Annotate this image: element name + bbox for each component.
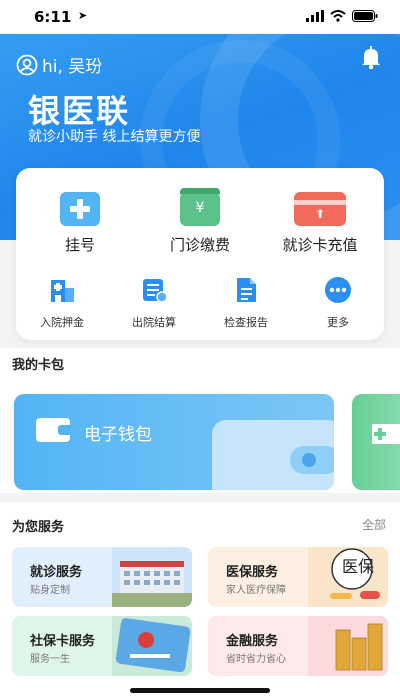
more-button[interactable]: 更多	[298, 276, 378, 330]
e-wallet-card[interactable]: 电子钱包	[14, 394, 334, 490]
yuan-payment-icon: ¥	[180, 188, 220, 226]
app-subtitle: 就诊小助手 线上结算更方便	[28, 129, 201, 145]
services-all-link[interactable]: 全部	[362, 516, 386, 533]
user-greeting[interactable]: hi, 吴玢	[16, 52, 102, 77]
service-title: 医保服务	[226, 565, 279, 580]
admission-deposit-label: 入院押金	[40, 316, 84, 329]
service-subtitle: 省时省力省心	[226, 654, 286, 665]
exam-report-button[interactable]: 检查报告	[206, 276, 286, 330]
signal-icon	[306, 10, 324, 22]
function-card: 挂号 ¥ 门诊缴费 ⬆ 就诊卡充值 入院押金 出院结算 检查报告 更多	[16, 168, 384, 340]
outpatient-payment-label: 门诊缴费	[169, 236, 230, 254]
report-document-icon	[237, 278, 256, 302]
wallet-decor-clip	[290, 446, 334, 474]
bell-icon[interactable]	[360, 46, 382, 70]
hospital-building-icon	[51, 280, 74, 302]
greeting-text: hi, 吴玢	[42, 57, 103, 77]
service-title: 金融服务	[226, 634, 279, 649]
social-security-card[interactable]: 社保卡服务 服务一生	[12, 616, 192, 676]
service-title: 就诊服务	[30, 565, 83, 580]
discharge-settlement-label: 出院结算	[132, 316, 176, 329]
wifi-icon	[330, 10, 346, 22]
location-arrow-icon: ➤	[78, 9, 88, 22]
hospital-card-icon	[372, 424, 400, 444]
service-subtitle: 家人医疗保障	[226, 585, 286, 596]
hospital-photo-icon	[112, 547, 192, 607]
outpatient-payment-button[interactable]: ¥ 门诊缴费	[140, 188, 260, 255]
service-subtitle: 贴身定制	[30, 585, 70, 596]
admission-deposit-button[interactable]: 入院押金	[22, 276, 102, 330]
status-time: 6:11	[34, 8, 72, 26]
coins-icon	[308, 616, 388, 676]
battery-icon	[352, 10, 378, 22]
card-wallet-title: 我的卡包	[12, 358, 65, 373]
card-topup-icon: ⬆	[294, 192, 346, 226]
status-indicators	[306, 10, 378, 22]
bill-settle-icon	[143, 279, 168, 303]
avatar-icon	[16, 54, 38, 75]
medical-insurance-card[interactable]: 医保服务 家人医疗保障 医保	[208, 547, 388, 607]
register-label: 挂号	[64, 236, 95, 254]
services-title: 为您服务	[12, 520, 65, 535]
home-indicator[interactable]	[130, 688, 270, 693]
status-bar: 6:11 ➤	[0, 0, 400, 34]
more-label: 更多	[327, 316, 349, 329]
service-subtitle: 服务一生	[30, 654, 70, 665]
financial-service-card[interactable]: 金融服务 省时省力省心	[208, 616, 388, 676]
more-dots-icon	[325, 277, 351, 303]
register-button[interactable]: 挂号	[20, 192, 140, 255]
medical-service-card[interactable]: 就诊服务 贴身定制	[12, 547, 192, 607]
register-plus-icon	[60, 192, 100, 226]
social-security-card-icon	[112, 616, 192, 676]
discharge-settlement-button[interactable]: 出院结算	[114, 276, 194, 330]
card-topup-button[interactable]: ⬆ 就诊卡充值	[260, 192, 380, 255]
wallet-icon	[36, 418, 70, 442]
insurance-stamp-text: 医保	[342, 557, 375, 576]
second-card-partial[interactable]	[352, 394, 400, 490]
exam-report-label: 检查报告	[224, 316, 268, 329]
service-title: 社保卡服务	[30, 634, 96, 649]
e-wallet-label: 电子钱包	[84, 425, 152, 445]
card-topup-label: 就诊卡充值	[282, 236, 358, 254]
